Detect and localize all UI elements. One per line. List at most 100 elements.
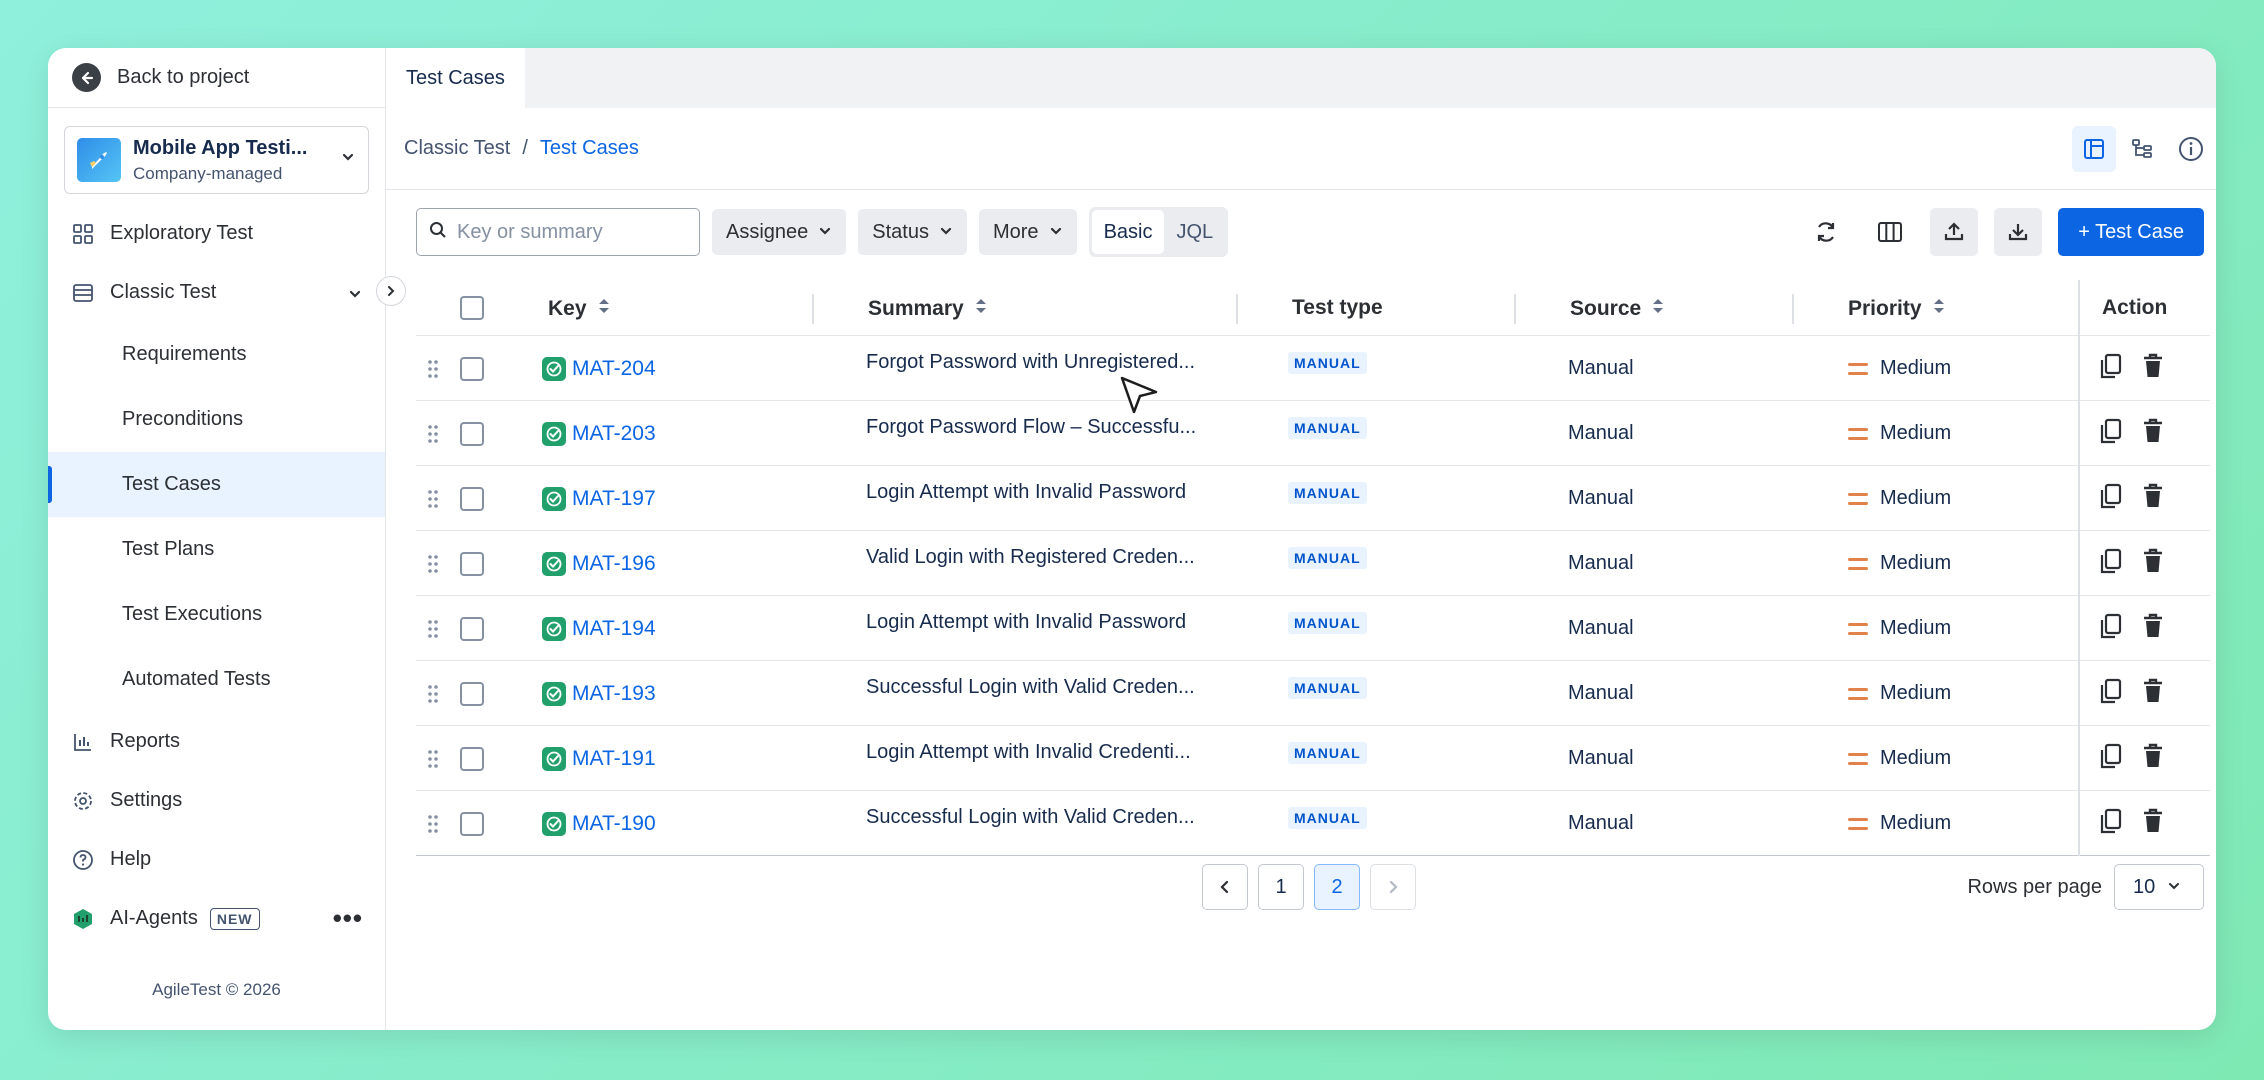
table-row[interactable]: MAT-190 Successful Login with Valid Cred… [416,791,2210,856]
trash-icon[interactable] [2140,352,2166,385]
test-key[interactable]: MAT-194 [572,617,656,641]
search-input[interactable] [457,220,677,244]
row-checkbox[interactable] [460,791,484,856]
drag-handle-icon[interactable] [426,531,440,596]
column-header-key[interactable]: Key [548,296,611,322]
table-row[interactable]: MAT-204 Forgot Password with Unregistere… [416,336,2210,401]
sidebar-item-test-executions[interactable]: Test Executions [48,582,385,647]
add-test-case-button[interactable]: + Test Case [2058,208,2204,256]
page-button-1[interactable]: 1 [1258,864,1304,910]
table-row[interactable]: MAT-196 Valid Login with Registered Cred… [416,531,2210,596]
drag-handle-icon[interactable] [426,791,440,856]
sidebar-item-automated-tests[interactable]: Automated Tests [48,647,385,712]
project-switcher[interactable]: Mobile App Testi... Company-managed [64,126,369,194]
select-all-checkbox[interactable] [460,296,484,320]
info-icon[interactable] [2178,136,2204,167]
column-divider[interactable] [1514,294,1516,324]
drag-handle-icon[interactable] [426,336,440,401]
refresh-button[interactable] [1802,208,1850,256]
table-row[interactable]: MAT-193 Successful Login with Valid Cred… [416,661,2210,726]
tree-view-button[interactable] [2120,126,2164,172]
drag-handle-icon[interactable] [426,401,440,466]
status-filter-button[interactable]: Status [858,209,967,255]
sidebar-item-settings[interactable]: Settings [48,771,385,830]
trash-icon[interactable] [2140,742,2166,775]
jql-mode-button[interactable]: JQL [1164,210,1225,254]
copy-icon[interactable] [2098,352,2124,385]
column-divider[interactable] [1236,294,1238,324]
column-header-test-type[interactable]: Test type [1292,296,1383,320]
test-key-link[interactable]: MAT-194 [542,596,656,661]
row-checkbox[interactable] [460,531,484,596]
copy-icon[interactable] [2098,417,2124,450]
rows-per-page-select[interactable]: 10 [2114,864,2204,910]
column-header-priority[interactable]: Priority [1848,296,1946,322]
trash-icon[interactable] [2140,677,2166,710]
trash-icon[interactable] [2140,417,2166,450]
collapse-sidebar-button[interactable] [376,276,406,306]
column-header-source[interactable]: Source [1570,296,1665,322]
copy-icon[interactable] [2098,482,2124,515]
column-divider[interactable] [1792,294,1794,324]
test-summary[interactable]: Valid Login with Registered Creden... [866,525,1195,590]
sidebar-item-ai-agents[interactable]: AI-Agents NEW ••• [48,889,385,948]
trash-icon[interactable] [2140,547,2166,580]
import-button[interactable] [1994,208,2043,256]
copy-icon[interactable] [2098,807,2124,840]
table-row[interactable]: MAT-191 Login Attempt with Invalid Crede… [416,726,2210,791]
table-view-button[interactable] [2072,126,2116,172]
test-key[interactable]: MAT-193 [572,682,656,706]
drag-handle-icon[interactable] [426,466,440,531]
test-key[interactable]: MAT-190 [572,812,656,836]
trash-icon[interactable] [2140,807,2166,840]
test-key[interactable]: MAT-196 [572,552,656,576]
table-row[interactable]: MAT-197 Login Attempt with Invalid Passw… [416,466,2210,531]
test-summary[interactable]: Login Attempt with Invalid Password [866,590,1186,655]
sidebar-item-help[interactable]: Help [48,830,385,889]
test-key-link[interactable]: MAT-196 [542,531,656,596]
row-checkbox[interactable] [460,661,484,726]
sidebar-item-test-plans[interactable]: Test Plans [48,517,385,582]
test-key-link[interactable]: MAT-197 [542,466,656,531]
breadcrumb-current[interactable]: Test Cases [540,137,639,160]
sidebar-item-exploratory-test[interactable]: Exploratory Test [48,204,385,263]
test-summary[interactable]: Successful Login with Valid Creden... [866,785,1195,850]
trash-icon[interactable] [2140,482,2166,515]
trash-icon[interactable] [2140,612,2166,645]
more-options-icon[interactable]: ••• [333,903,363,934]
sidebar-item-test-cases[interactable]: Test Cases [48,452,385,517]
row-checkbox[interactable] [460,726,484,791]
column-header-summary[interactable]: Summary [868,296,988,322]
back-to-project-link[interactable]: Back to project [48,48,385,108]
test-summary[interactable]: Login Attempt with Invalid Password [866,460,1186,525]
test-key[interactable]: MAT-191 [572,747,656,771]
export-button[interactable] [1930,208,1979,256]
table-row[interactable]: MAT-203 Forgot Password Flow – Successfu… [416,401,2210,466]
breadcrumb-parent[interactable]: Classic Test [404,137,510,160]
copy-icon[interactable] [2098,547,2124,580]
test-key-link[interactable]: MAT-204 [542,336,656,401]
drag-handle-icon[interactable] [426,726,440,791]
test-key-link[interactable]: MAT-191 [542,726,656,791]
search-box[interactable] [416,208,700,256]
test-key[interactable]: MAT-197 [572,487,656,511]
row-checkbox[interactable] [460,466,484,531]
previous-page-button[interactable] [1202,864,1248,910]
row-checkbox[interactable] [460,336,484,401]
drag-handle-icon[interactable] [426,596,440,661]
copy-icon[interactable] [2098,742,2124,775]
sidebar-item-classic-test[interactable]: Classic Test [48,263,385,322]
basic-mode-button[interactable]: Basic [1091,210,1165,254]
test-summary[interactable]: Successful Login with Valid Creden... [866,655,1195,720]
test-key[interactable]: MAT-204 [572,357,656,381]
drag-handle-icon[interactable] [426,661,440,726]
row-checkbox[interactable] [460,401,484,466]
sidebar-item-reports[interactable]: Reports [48,712,385,771]
assignee-filter-button[interactable]: Assignee [712,209,847,255]
test-key-link[interactable]: MAT-190 [542,791,656,856]
copy-icon[interactable] [2098,612,2124,645]
sidebar-item-preconditions[interactable]: Preconditions [48,387,385,452]
column-divider[interactable] [812,294,814,324]
row-checkbox[interactable] [460,596,484,661]
tab-test-cases[interactable]: Test Cases [386,48,525,108]
